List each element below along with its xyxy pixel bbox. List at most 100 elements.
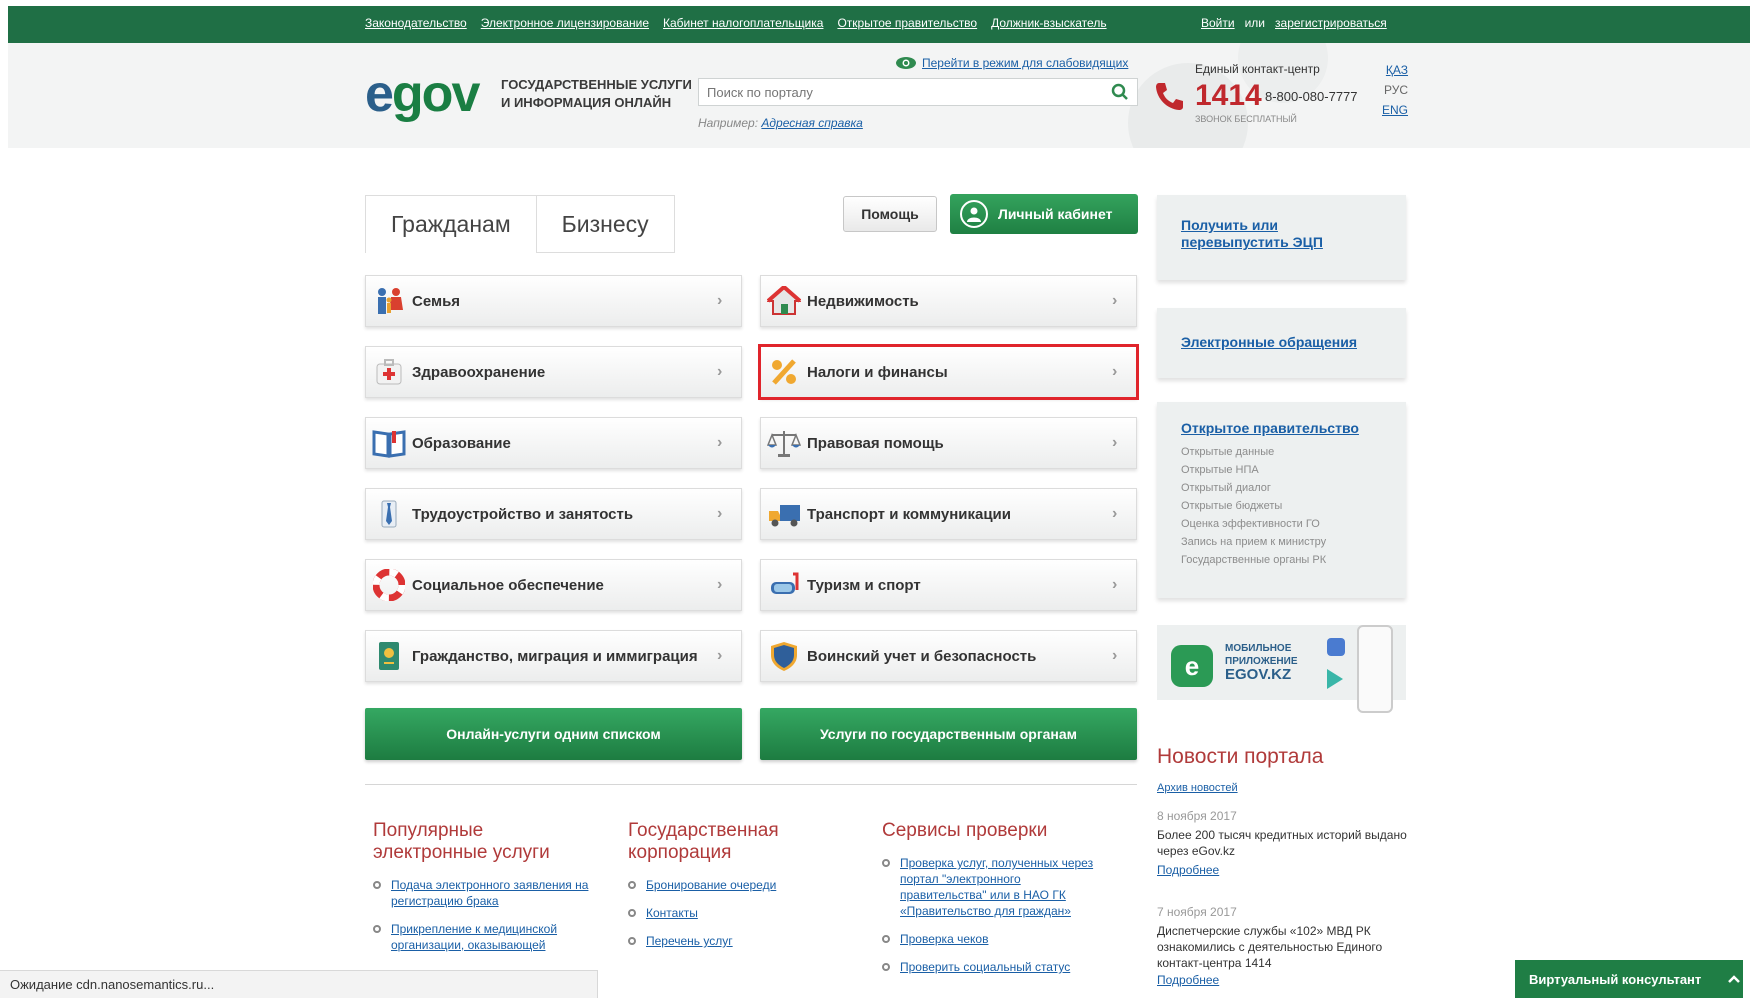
list-item[interactable]: Открытый диалог: [1181, 479, 1382, 497]
category-citizenship-migration[interactable]: Гражданство, миграция и иммиграция ›: [365, 630, 742, 682]
chevron-right-icon: ›: [717, 363, 723, 380]
mobile-app-banner[interactable]: e МОБИЛЬНОЕ ПРИЛОЖЕНИЕ EGOV.KZ: [1157, 625, 1406, 713]
language-switcher: ҚАЗ РУС ENG: [1382, 60, 1408, 120]
help-button[interactable]: Помощь: [843, 196, 937, 232]
chevron-right-icon: ›: [1112, 434, 1118, 451]
login-link[interactable]: Войти: [1201, 16, 1235, 30]
list-item[interactable]: Проверка чеков: [882, 931, 1107, 947]
google-play-icon[interactable]: [1327, 669, 1343, 689]
bullet-icon: [628, 937, 636, 945]
auth-links: Войти или зарегистрироваться: [1201, 16, 1387, 30]
audience-tabs: Гражданам Бизнесу: [365, 195, 675, 253]
top-nav-links: Законодательство Электронное лицензирова…: [365, 16, 1107, 30]
first-aid-icon: [366, 357, 412, 387]
chevron-right-icon: ›: [1112, 292, 1118, 309]
category-transport[interactable]: Транспорт и коммуникации ›: [760, 488, 1137, 540]
ecp-link[interactable]: Получить или перевыпустить ЭЦП: [1181, 217, 1382, 251]
chevron-up-icon: [1728, 975, 1741, 983]
chevron-right-icon: ›: [1112, 505, 1118, 522]
portal-search: [698, 78, 1138, 106]
bullet-icon: [628, 909, 636, 917]
contact-label: Единый контакт-центр: [1195, 62, 1320, 76]
phone-icon: [1156, 83, 1183, 110]
site-slogan: ГОСУДАРСТВЕННЫЕ УСЛУГИ И ИНФОРМАЦИЯ ОНЛА…: [501, 77, 692, 110]
list-item[interactable]: Запись на прием к министру: [1181, 533, 1382, 551]
nav-link-licensing[interactable]: Электронное лицензирование: [481, 16, 649, 30]
list-item[interactable]: Перечень услуг: [628, 933, 828, 949]
lang-eng[interactable]: ENG: [1382, 100, 1408, 120]
bullet-icon: [373, 881, 381, 889]
list-item[interactable]: Государственные органы РК: [1181, 551, 1382, 569]
category-realty[interactable]: Недвижимость ›: [760, 275, 1137, 327]
search-input[interactable]: [699, 79, 1099, 105]
user-icon: [960, 200, 988, 228]
open-government-link[interactable]: Открытое правительство: [1181, 420, 1382, 437]
nav-link-legislation[interactable]: Законодательство: [365, 16, 467, 30]
egov-logo[interactable]: egov: [365, 68, 480, 120]
category-legal-aid[interactable]: Правовая помощь ›: [760, 417, 1137, 469]
search-icon[interactable]: [1111, 83, 1129, 101]
family-icon: [366, 286, 412, 316]
list-item[interactable]: Открытые данные: [1181, 443, 1382, 461]
chevron-right-icon: ›: [1112, 576, 1118, 593]
news-archive-link[interactable]: Архив новостей: [1157, 782, 1238, 794]
lang-kaz[interactable]: ҚАЗ: [1382, 60, 1408, 80]
site-header: egov ГОСУДАРСТВЕННЫЕ УСЛУГИ И ИНФОРМАЦИЯ…: [8, 43, 1750, 148]
virtual-consultant-button[interactable]: Виртуальный консультант: [1515, 960, 1743, 998]
open-government-box: Открытое правительство Открытые данные О…: [1157, 402, 1406, 598]
list-item[interactable]: Прикрепление к медицинской организации, …: [373, 921, 608, 953]
app-store-icon[interactable]: [1327, 638, 1345, 656]
low-vision-link[interactable]: Перейти в режим для слабовидящих: [895, 56, 1128, 70]
mobile-app-text: МОБИЛЬНОЕ ПРИЛОЖЕНИЕ EGOV.KZ: [1225, 643, 1298, 683]
news-date: 8 ноября 2017: [1157, 809, 1237, 823]
services-by-agency-button[interactable]: Услуги по государственным органам: [760, 708, 1137, 760]
tab-business[interactable]: Бизнесу: [536, 195, 675, 253]
list-item[interactable]: Проверка услуг, полученных через портал …: [882, 855, 1107, 919]
check-services-title: Сервисы проверки: [882, 820, 1048, 841]
list-item[interactable]: Проверить социальный статус: [882, 959, 1107, 975]
personal-cabinet-label: Личный кабинет: [998, 206, 1113, 222]
chevron-right-icon: ›: [717, 505, 723, 522]
list-item[interactable]: Открытые НПА: [1181, 461, 1382, 479]
bullet-icon: [373, 925, 381, 933]
nav-link-open-government[interactable]: Открытое правительство: [837, 16, 977, 30]
search-example: Например: Адресная справка: [698, 116, 863, 130]
tab-citizens[interactable]: Гражданам: [365, 195, 537, 253]
category-family[interactable]: Семья ›: [365, 275, 742, 327]
category-military-security[interactable]: Воинский учет и безопасность ›: [760, 630, 1137, 682]
chevron-right-icon: ›: [717, 647, 723, 664]
state-corporation-list: Бронирование очереди Контакты Перечень у…: [628, 877, 828, 961]
nav-link-taxpayer-cabinet[interactable]: Кабинет налогоплательщика: [663, 16, 823, 30]
register-link[interactable]: зарегистрироваться: [1275, 16, 1387, 30]
bullet-icon: [882, 935, 890, 943]
popular-services-list: Подача электронного заявления на регистр…: [373, 877, 608, 965]
news-item: 8 ноября 2017 Более 200 тысяч кредитных …: [1157, 808, 1407, 878]
chevron-right-icon: ›: [717, 576, 723, 593]
list-item[interactable]: Оценка эффективности ГО: [1181, 515, 1382, 533]
news-more-link[interactable]: Подробнее: [1157, 972, 1407, 988]
category-tourism-sport[interactable]: Туризм и спорт ›: [760, 559, 1137, 611]
category-health[interactable]: Здравоохранение ›: [365, 346, 742, 398]
nav-link-debtor[interactable]: Должник-взыскатель: [991, 16, 1106, 30]
category-taxes-finance[interactable]: Налоги и финансы ›: [758, 344, 1139, 400]
virtual-consultant-label: Виртуальный консультант: [1529, 971, 1702, 987]
news-text: Более 200 тысяч кредитных историй выдано…: [1157, 828, 1407, 858]
online-services-list-button[interactable]: Онлайн-услуги одним списком: [365, 708, 742, 760]
example-link[interactable]: Адресная справка: [761, 116, 862, 130]
news-title: Новости портала: [1157, 745, 1324, 768]
news-more-link[interactable]: Подробнее: [1157, 862, 1407, 878]
top-navigation-bar: Законодательство Электронное лицензирова…: [8, 6, 1750, 43]
category-social-security[interactable]: Социальное обеспечение ›: [365, 559, 742, 611]
electronic-appeals-link[interactable]: Электронные обращения: [1181, 334, 1382, 351]
category-education[interactable]: Образование ›: [365, 417, 742, 469]
list-item[interactable]: Открытые бюджеты: [1181, 497, 1382, 515]
category-employment[interactable]: Трудоустройство и занятость ›: [365, 488, 742, 540]
list-item[interactable]: Бронирование очереди: [628, 877, 828, 893]
lang-rus: РУС: [1383, 83, 1409, 97]
personal-cabinet-button[interactable]: Личный кабинет: [950, 194, 1138, 234]
list-item[interactable]: Контакты: [628, 905, 828, 921]
contact-free-call: ЗВОНОК БЕСПЛАТНЫЙ: [1195, 114, 1297, 124]
list-item[interactable]: Подача электронного заявления на регистр…: [373, 877, 608, 909]
section-divider: [365, 784, 1137, 785]
check-services-list: Проверка услуг, полученных через портал …: [882, 855, 1107, 987]
